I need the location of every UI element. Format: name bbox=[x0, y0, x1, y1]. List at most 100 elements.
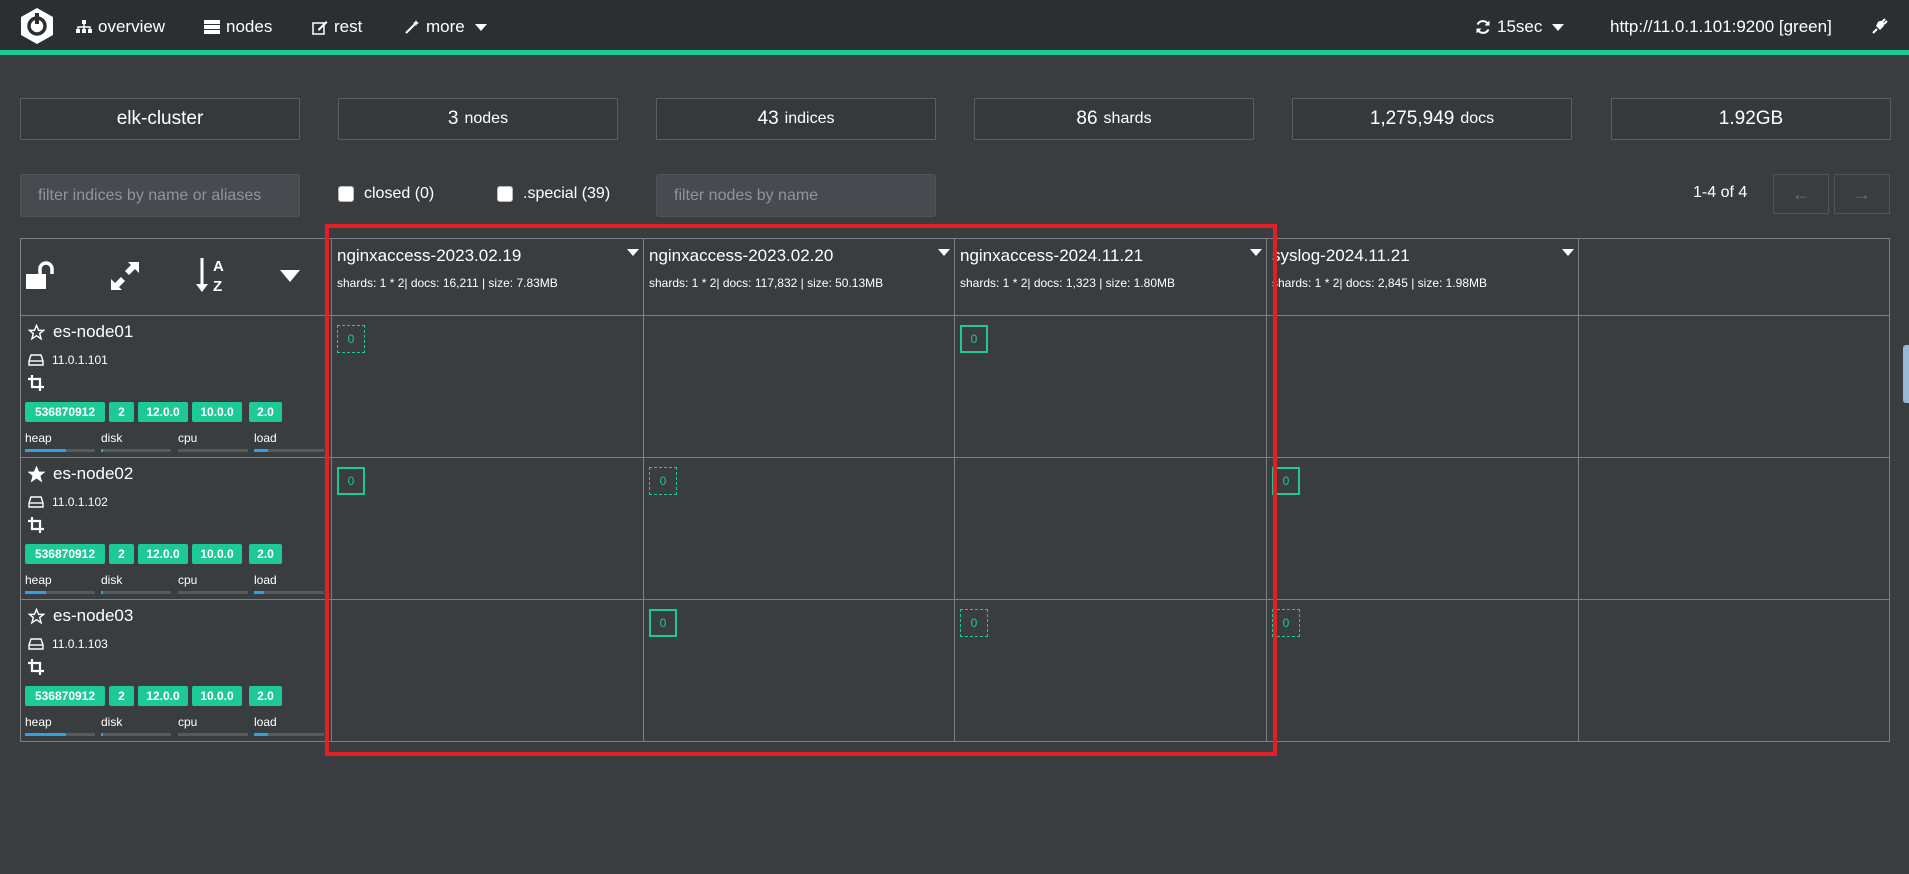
refresh-icon bbox=[1476, 20, 1490, 34]
chevron-down-icon[interactable] bbox=[280, 270, 300, 282]
grid-line bbox=[20, 238, 21, 742]
metric-cpu-label: cpu bbox=[178, 573, 198, 587]
svg-text:Z: Z bbox=[213, 278, 222, 294]
metric-fill bbox=[254, 449, 268, 452]
metric-cpu-bar bbox=[178, 449, 248, 452]
metric-fill bbox=[254, 733, 268, 736]
top-navbar: overview nodes rest more 15sec http://11… bbox=[0, 0, 1909, 55]
size-box: 1.92GB bbox=[1611, 98, 1891, 140]
index-name[interactable]: syslog-2024.11.21 bbox=[1272, 246, 1410, 266]
node-ip: 11.0.1.102 bbox=[52, 495, 108, 509]
metric-cpu-bar bbox=[178, 591, 248, 594]
node-ip-row: 11.0.1.103 bbox=[28, 637, 108, 651]
metric-load-bar bbox=[254, 733, 324, 736]
filter-nodes-input[interactable] bbox=[656, 174, 936, 217]
hdd-icon bbox=[28, 638, 44, 650]
nav-rest[interactable]: rest bbox=[312, 16, 362, 38]
metric-load-label: load bbox=[254, 715, 277, 729]
badge-heap-max: 536870912 bbox=[25, 686, 105, 706]
nav-more-dropdown[interactable]: more bbox=[404, 16, 487, 38]
badge-version: 12.0.0 bbox=[138, 402, 188, 422]
plug-icon[interactable] bbox=[1871, 17, 1889, 35]
index-info: shards: 1 * 2| docs: 2,845 | size: 1.98M… bbox=[1272, 276, 1488, 290]
metric-heap-bar bbox=[25, 733, 95, 736]
metric-load-bar bbox=[254, 591, 324, 594]
cluster-size: 1.92GB bbox=[1718, 108, 1784, 129]
pagination-info: 1-4 of 4 bbox=[1693, 184, 1748, 201]
pager-next-button[interactable]: → bbox=[1834, 174, 1890, 214]
nav-nodes-label: nodes bbox=[226, 17, 273, 36]
nodes-count-label: nodes bbox=[464, 110, 509, 127]
badge-heap-max: 536870912 bbox=[25, 402, 105, 422]
badge-load: 2.0 bbox=[249, 402, 282, 422]
badge-os-version: 10.0.0 bbox=[192, 402, 242, 422]
pager-prev-button[interactable]: ← bbox=[1773, 174, 1829, 214]
metric-disk-bar bbox=[101, 591, 171, 594]
metric-fill bbox=[254, 591, 264, 594]
filter-indices-input[interactable] bbox=[20, 174, 300, 217]
metric-fill bbox=[101, 591, 104, 594]
cerebro-logo-icon[interactable] bbox=[20, 7, 54, 45]
node-name-row[interactable]: es-node02 bbox=[28, 464, 133, 484]
crop-icon bbox=[28, 375, 44, 391]
metric-heap-bar bbox=[25, 591, 95, 594]
badge-heap-max: 536870912 bbox=[25, 544, 105, 564]
metric-disk-bar bbox=[101, 733, 171, 736]
metric-cpu-bar bbox=[178, 733, 248, 736]
metric-load-label: load bbox=[254, 573, 277, 587]
hdd-icon bbox=[28, 354, 44, 366]
metric-cpu-label: cpu bbox=[178, 431, 198, 445]
indices-count: 43 bbox=[757, 108, 779, 129]
crop-icon bbox=[28, 659, 44, 675]
metric-heap-label: heap bbox=[25, 715, 52, 729]
special-checkbox[interactable]: .special (39) bbox=[497, 185, 610, 203]
badge-load: 2.0 bbox=[249, 544, 282, 564]
node-name: es-node02 bbox=[53, 464, 134, 483]
refresh-interval-dropdown[interactable]: 15sec bbox=[1475, 16, 1565, 38]
metric-load-bar bbox=[254, 449, 324, 452]
node-name: es-node03 bbox=[53, 606, 134, 625]
svg-text:A: A bbox=[213, 258, 224, 275]
shards-count: 86 bbox=[1076, 108, 1098, 129]
metric-heap-label: heap bbox=[25, 573, 52, 587]
highlight-annotation-box bbox=[325, 224, 1277, 756]
connection-url-label: http://11.0.1.101:9200 [green] bbox=[1610, 17, 1832, 36]
node-name: es-node01 bbox=[53, 322, 134, 341]
metric-disk-label: disk bbox=[101, 573, 123, 587]
node-name-row[interactable]: es-node03 bbox=[28, 606, 133, 626]
badge-cpus: 2 bbox=[109, 686, 134, 706]
grid-line bbox=[1889, 238, 1890, 742]
nav-overview-label: overview bbox=[98, 17, 166, 36]
indices-count-box: 43 indices bbox=[656, 98, 936, 140]
metric-fill bbox=[101, 733, 104, 736]
metric-heap-label: heap bbox=[25, 431, 52, 445]
metric-disk-label: disk bbox=[101, 431, 123, 445]
sitemap-icon bbox=[76, 20, 92, 33]
node-ip-row: 11.0.1.102 bbox=[28, 495, 108, 509]
edit-icon bbox=[312, 20, 328, 35]
expand-icon[interactable] bbox=[109, 260, 141, 292]
connection-url[interactable]: http://11.0.1.101:9200 [green] bbox=[1610, 16, 1832, 38]
metric-disk-bar bbox=[101, 449, 171, 452]
closed-checkbox-label: closed (0) bbox=[364, 185, 435, 202]
unlock-icon[interactable] bbox=[25, 261, 59, 291]
indices-count-label: indices bbox=[784, 110, 835, 127]
checkbox-box[interactable] bbox=[338, 186, 354, 202]
badge-load: 2.0 bbox=[249, 686, 282, 706]
node-name-row[interactable]: es-node01 bbox=[28, 322, 133, 342]
nav-rest-label: rest bbox=[334, 17, 363, 36]
chevron-down-icon bbox=[474, 23, 487, 31]
checkbox-box[interactable] bbox=[497, 186, 513, 202]
badge-version: 12.0.0 bbox=[138, 544, 188, 564]
crop-icon bbox=[28, 517, 44, 533]
nav-nodes[interactable]: nodes bbox=[204, 16, 272, 38]
metric-disk-label: disk bbox=[101, 715, 123, 729]
metric-cpu-label: cpu bbox=[178, 715, 198, 729]
sort-alpha-icon[interactable]: A Z bbox=[195, 256, 229, 294]
chevron-down-icon[interactable] bbox=[1562, 249, 1574, 256]
metric-fill bbox=[25, 591, 46, 594]
cluster-name: elk-cluster bbox=[116, 108, 204, 129]
side-scroll-tab[interactable] bbox=[1903, 345, 1909, 403]
closed-checkbox[interactable]: closed (0) bbox=[338, 185, 434, 203]
nav-overview[interactable]: overview bbox=[76, 16, 165, 38]
